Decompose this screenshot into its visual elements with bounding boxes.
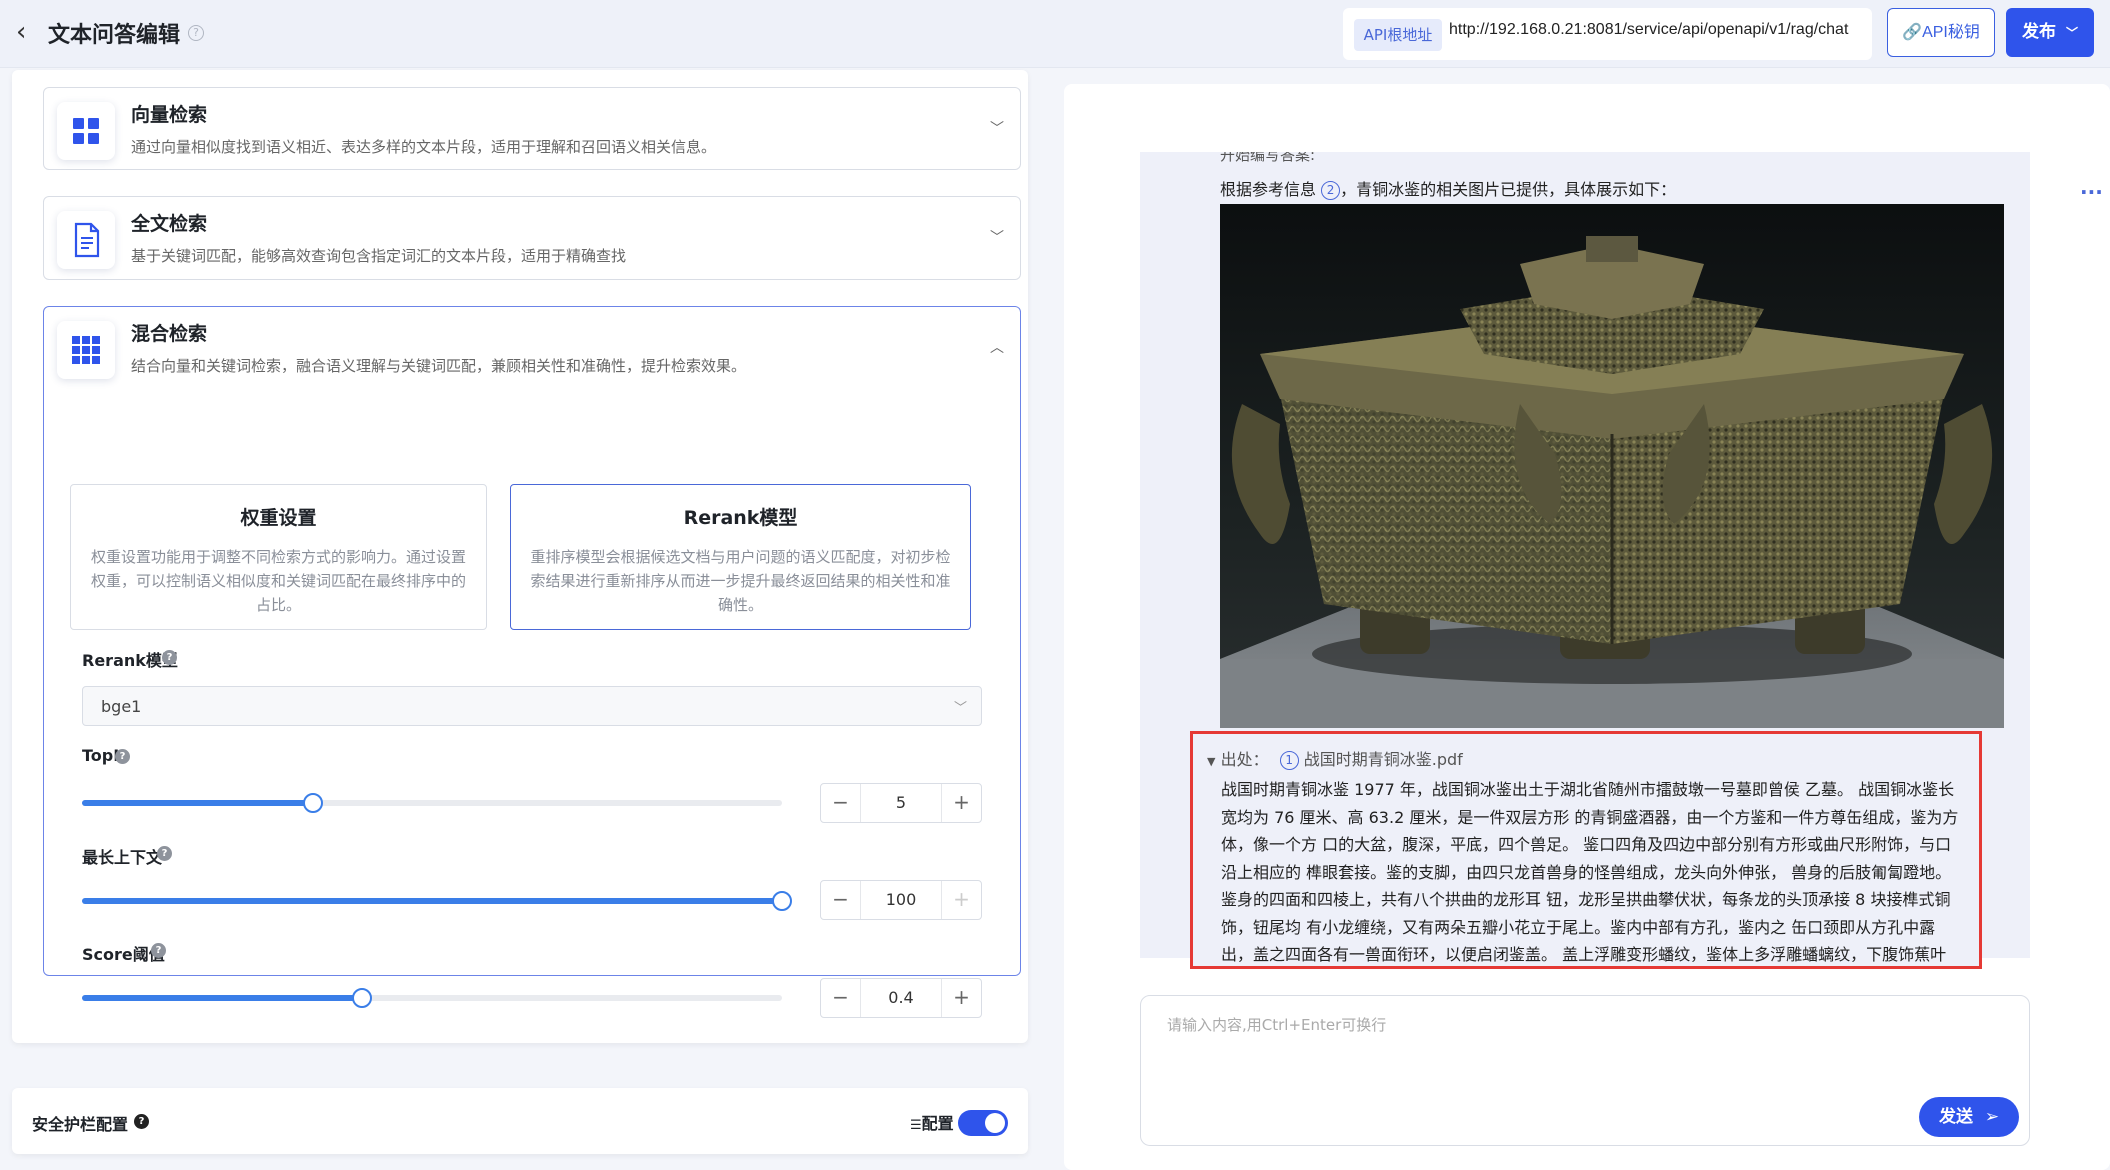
chevron-down-icon: ﹀ [953, 701, 967, 716]
vector-retrieval-title: 向量检索 [131, 104, 208, 126]
guardrail-label: 安全护栏配置 [32, 1115, 129, 1134]
document-icon [57, 211, 115, 269]
score-threshold-slider-fill [82, 995, 362, 1001]
chevron-down-icon[interactable]: ﹀ [990, 118, 1004, 138]
guardrail-toggle[interactable] [958, 1110, 1008, 1136]
weight-settings-title: 权重设置 [240, 507, 317, 529]
bronze-ice-vessel-image [1220, 204, 2004, 728]
vector-retrieval-desc: 通过向量相似度找到语义相近、表达多样的文本片段，适用于理解和召回语义相关信息。 [131, 138, 717, 156]
topk-slider[interactable] [82, 793, 782, 813]
score-threshold-value[interactable]: 0.4 [861, 988, 941, 1007]
help-icon[interactable]: ? [115, 749, 130, 764]
source-header[interactable]: ▼ 出处： 1 战国时期青铜冰鉴.pdf [1207, 746, 1463, 770]
hybrid-retrieval-desc: 结合向量和关键词检索，融合语义理解与关键词匹配，兼顾相关性和准确性，提升检索效果… [131, 357, 747, 375]
score-threshold-stepper[interactable]: − 0.4 + [820, 978, 982, 1018]
increment-button[interactable]: + [941, 979, 981, 1017]
message-input[interactable]: 请输入内容,用Ctrl+Enter可换行 发送 ➢ [1140, 995, 2030, 1146]
reply-prefix: 根据参考信息 [1220, 180, 1317, 199]
api-root-url[interactable]: http://192.168.0.21:8081/service/api/ope… [1449, 21, 1848, 39]
vector-retrieval-card[interactable]: 向量检索 通过向量相似度找到语义相近、表达多样的文本片段，适用于理解和召回语义相… [43, 87, 1021, 170]
link-icon: 🔗 [1902, 24, 1923, 41]
fulltext-retrieval-title: 全文检索 [131, 213, 208, 235]
assistant-reply: 根据参考信息 2 ，青铜冰鉴的相关图片已提供，具体展示如下： [1220, 176, 1676, 200]
topk-slider-handle[interactable] [303, 793, 323, 813]
topk-slider-fill [82, 800, 313, 806]
increment-button[interactable]: + [941, 881, 981, 919]
reference-badge[interactable]: 1 [1279, 751, 1299, 770]
source-file-name[interactable]: 战国时期青铜冰鉴.pdf [1304, 750, 1463, 769]
grid-four-icon [57, 102, 115, 160]
reply-suffix: ，青铜冰鉴的相关图片已提供，具体展示如下： [1340, 180, 1677, 199]
source-citation-box: ▼ 出处： 1 战国时期青铜冰鉴.pdf 战国时期青铜冰鉴 1977 年，战国铜… [1190, 731, 1982, 969]
publish-label: 发布 [2022, 22, 2057, 42]
decrement-button[interactable]: − [821, 881, 861, 919]
back-arrow-icon[interactable]: ‹ [16, 19, 36, 45]
weight-settings-option[interactable]: 权重设置 权重设置功能用于调整不同检索方式的影响力。通过设置权重，可以控制语义相… [70, 484, 487, 630]
reference-badge[interactable]: 2 [1321, 181, 1341, 200]
source-excerpt: 战国时期青铜冰鉴 1977 年，战国铜冰鉴出土于湖北省随州市擂鼓墩一号墓即曾侯 … [1221, 780, 1959, 964]
max-context-value[interactable]: 100 [861, 890, 941, 909]
hybrid-retrieval-title: 混合检索 [131, 323, 208, 345]
rerank-model-value: bge1 [101, 697, 142, 716]
topk-value[interactable]: 5 [861, 793, 941, 812]
partial-message-text: 开始编写答案: [1220, 152, 1316, 164]
increment-button[interactable]: + [941, 784, 981, 822]
score-threshold-slider[interactable] [82, 988, 782, 1008]
header-bar: ‹ 文本问答编辑 ? API根地址 http://192.168.0.21:80… [0, 0, 2110, 68]
weight-settings-desc: 权重设置功能用于调整不同检索方式的影响力。通过设置权重，可以控制语义相似度和关键… [90, 548, 466, 614]
grid-nine-icon [57, 321, 115, 379]
rerank-model-title: Rerank模型 [683, 507, 798, 529]
rerank-model-option[interactable]: Rerank模型 重排序模型会根据候选文档与用户问题的语义匹配度，对初步检索结果… [510, 484, 971, 630]
message-input-placeholder: 请输入内容,用Ctrl+Enter可换行 [1167, 1016, 1387, 1034]
max-context-slider[interactable] [82, 891, 792, 911]
more-options-icon[interactable]: ··· [2080, 180, 2103, 204]
decrement-button[interactable]: − [821, 979, 861, 1017]
source-prefix: 出处： [1220, 750, 1269, 769]
toggle-knob [985, 1113, 1005, 1133]
guardrail-config-bar: 安全护栏配置 ? ☰配置 [12, 1088, 1028, 1154]
decrement-button[interactable]: − [821, 784, 861, 822]
help-icon[interactable]: ? [157, 846, 172, 861]
help-icon[interactable]: ? [151, 943, 166, 958]
fulltext-retrieval-card[interactable]: 全文检索 基于关键词匹配，能够高效查询包含指定词汇的文本片段，适用于精确查找 ﹀ [43, 196, 1021, 280]
max-context-slider-fill [82, 898, 782, 904]
rerank-model-desc: 重排序模型会根据候选文档与用户问题的语义匹配度，对初步检索结果进行重新排序从而进… [530, 548, 951, 614]
retrieval-settings-panel: 向量检索 通过向量相似度找到语义相近、表达多样的文本片段，适用于理解和召回语义相… [12, 70, 1028, 1043]
max-context-label: 最长上下文 [82, 848, 163, 867]
caret-down-icon: ▼ [1207, 755, 1216, 768]
send-button[interactable]: 发送 ➢ [1919, 1097, 2019, 1137]
max-context-stepper[interactable]: − 100 + [820, 880, 982, 920]
help-icon[interactable]: ? [162, 650, 177, 665]
page-title: 文本问答编辑 [48, 23, 181, 48]
sliders-icon: ☰ [910, 1118, 922, 1133]
send-icon: ➢ [1984, 1107, 2000, 1127]
chevron-down-icon[interactable]: ﹀ [990, 227, 1004, 247]
guardrail-config-label: 配置 [921, 1114, 954, 1133]
rerank-model-select[interactable]: bge1 ﹀ [82, 686, 982, 726]
chevron-up-icon[interactable]: ︿ [990, 337, 1004, 357]
score-threshold-slider-handle[interactable] [352, 988, 372, 1008]
hybrid-retrieval-card[interactable]: 混合检索 结合向量和关键词检索，融合语义理解与关键词匹配，兼顾相关性和准确性，提… [43, 306, 1021, 976]
fulltext-retrieval-desc: 基于关键词匹配，能够高效查询包含指定词汇的文本片段，适用于精确查找 [131, 247, 627, 265]
publish-button[interactable]: 发布 ﹀ [2006, 8, 2094, 57]
api-key-label: API秘钥 [1922, 24, 1980, 41]
api-key-button[interactable]: 🔗API秘钥 [1887, 8, 1995, 57]
max-context-slider-handle[interactable] [772, 891, 792, 911]
send-label: 发送 [1939, 1107, 1973, 1127]
help-icon[interactable]: ? [188, 25, 204, 41]
api-root-tag: API根地址 [1354, 19, 1442, 51]
api-root-box: API根地址 http://192.168.0.21:8081/service/… [1343, 8, 1872, 60]
chevron-down-icon: ﹀ [2065, 26, 2078, 40]
topk-stepper[interactable]: − 5 + [820, 783, 982, 823]
help-icon[interactable]: ? [134, 1114, 149, 1129]
guardrail-config-button[interactable]: ☰配置 [910, 1110, 954, 1134]
